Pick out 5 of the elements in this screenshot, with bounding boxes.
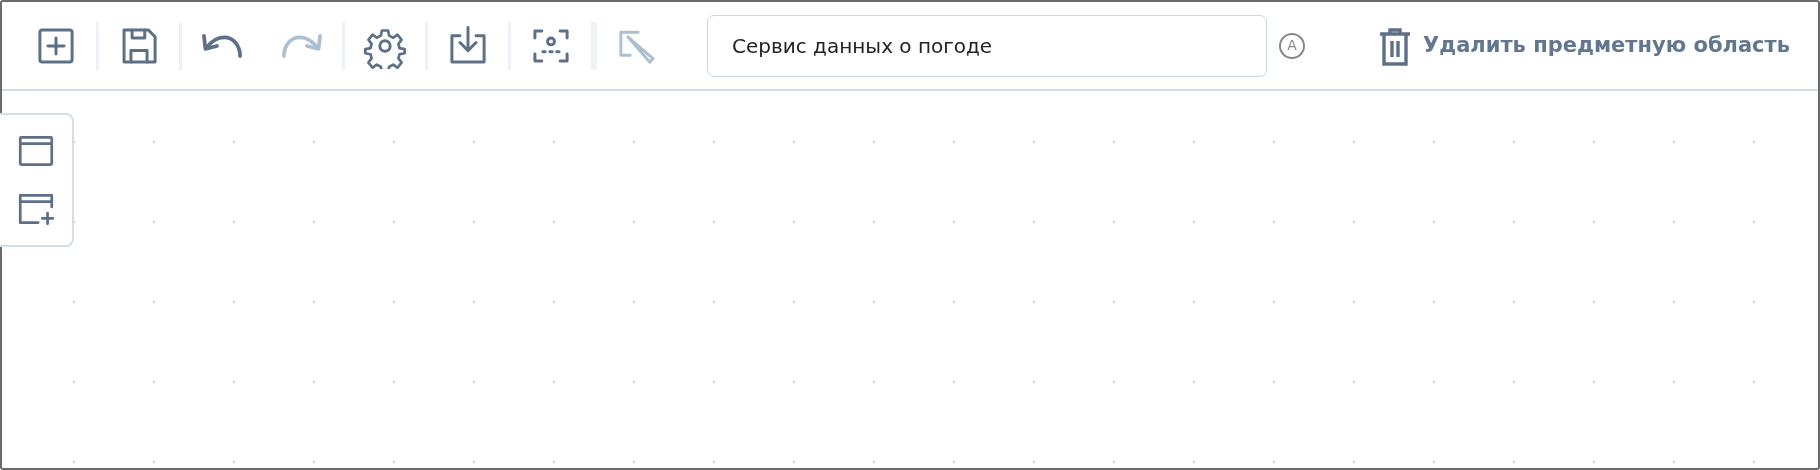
auto-indicator: A <box>1279 32 1305 59</box>
delete-domain-button[interactable]: Удалить предметную область <box>1373 21 1794 70</box>
undo-icon <box>201 32 243 59</box>
redo-icon <box>281 32 323 59</box>
name-field[interactable]: Сервис данных о погоде <box>707 14 1267 77</box>
